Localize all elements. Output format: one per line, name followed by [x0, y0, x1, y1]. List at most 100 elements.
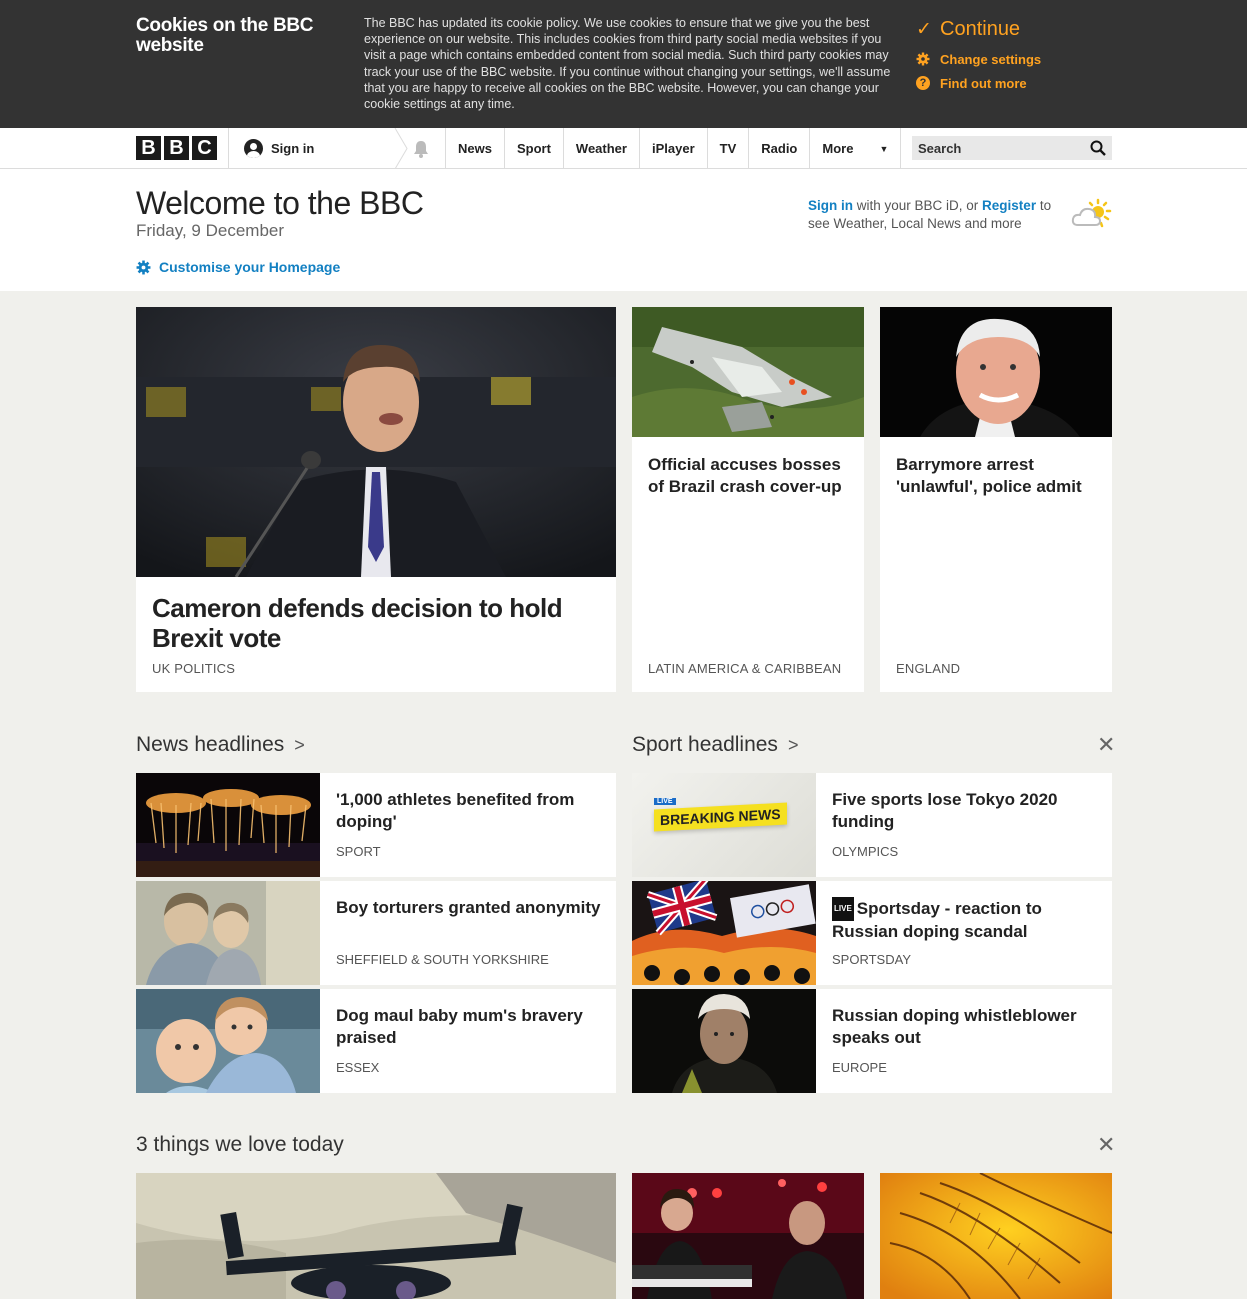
breaking-live-badge: LIVE [654, 798, 676, 805]
feature-card[interactable] [880, 1173, 1112, 1299]
gear-icon [136, 260, 151, 274]
headline-thumbnail [632, 989, 816, 1093]
story-image [880, 307, 1112, 437]
checkmark-icon: ✓ [916, 18, 932, 40]
bbc-logo-letter: C [192, 136, 217, 160]
news-headline-item[interactable]: '1,000 athletes benefited from doping' S… [136, 773, 616, 877]
nav-item-more[interactable]: More ▼ [810, 128, 902, 169]
register-link[interactable]: Register [982, 198, 1036, 213]
headline-category: ESSEX [336, 1060, 380, 1075]
sign-in-label: Sign in [271, 141, 315, 156]
gear-icon [916, 52, 930, 66]
story-category: LATIN AMERICA & CARIBBEAN [648, 661, 842, 676]
headline-thumbnail [632, 881, 816, 985]
headline-category: OLYMPICS [832, 844, 899, 859]
bbc-logo-letter: B [136, 136, 161, 160]
news-headline-item[interactable]: Dog maul baby mum's bravery praised ESSE… [136, 989, 616, 1093]
bbc-logo[interactable]: B B C [136, 136, 217, 160]
nav-item-news[interactable]: News [446, 128, 505, 169]
breaking-news-graphic: BREAKING NEWS [654, 802, 787, 832]
customise-homepage-label: Customise your Homepage [159, 259, 341, 275]
top-story-card[interactable]: Official accuses bosses of Brazil crash … [632, 307, 864, 692]
caret-down-icon: ▼ [879, 143, 889, 154]
nav-items: News Sport Weather iPlayer TV Radio More… [446, 128, 902, 169]
nav-divider [228, 128, 229, 169]
three-things-title: 3 things we love today [136, 1133, 344, 1156]
nav-item-weather[interactable]: Weather [564, 128, 640, 169]
story-image [136, 307, 616, 577]
sport-headline-item[interactable]: LIVE BREAKING NEWS Five sports lose Toky… [632, 773, 1112, 877]
headline-title-text: Sportsday - reaction to Russian doping s… [832, 899, 1042, 941]
headline-category: SPORTSDAY [832, 952, 911, 967]
nav-item-radio[interactable]: Radio [749, 128, 811, 169]
cookie-actions: ✓ Continue Change settings ? Find out mo… [916, 14, 1041, 92]
headline-category: SHEFFIELD & SOUTH YORKSHIRE [336, 952, 549, 967]
three-things-heading: 3 things we love today [136, 1133, 344, 1157]
news-headline-item[interactable]: Boy torturers granted anonymity SHEFFIEL… [136, 881, 616, 985]
sport-headlines-title: Sport headlines [632, 733, 778, 756]
news-headlines-title: News headlines [136, 733, 285, 756]
sport-headline-item[interactable]: Russian doping whistleblower speaks out … [632, 989, 1112, 1093]
news-headlines-heading[interactable]: News headlines > [136, 733, 305, 757]
story-image [632, 307, 864, 437]
feature-image [136, 1173, 616, 1299]
headline-thumbnail [136, 773, 320, 877]
cookie-continue-label: Continue [940, 17, 1021, 40]
chevron-right-icon: > [787, 734, 799, 755]
story-headline: Official accuses bosses of Brazil crash … [648, 455, 842, 496]
nav-item-iplayer[interactable]: iPlayer [640, 128, 708, 169]
feature-image [632, 1173, 864, 1299]
welcome-section: Welcome to the BBC Friday, 9 December Cu… [0, 169, 1247, 291]
bbc-logo-letter: B [164, 136, 189, 160]
story-category: ENGLAND [896, 661, 961, 676]
sign-in-prompt-text: with your BBC iD, or [853, 198, 983, 213]
weather-cloud-sun-icon [1071, 198, 1112, 228]
headline-title: '1,000 athletes benefited from doping' [336, 790, 575, 831]
story-headline: Barrymore arrest 'unlawful', police admi… [896, 455, 1082, 496]
page-title: Welcome to the BBC [136, 185, 424, 221]
cookie-banner-text: The BBC has updated its cookie policy. W… [364, 16, 891, 112]
headline-category: SPORT [336, 844, 381, 859]
top-story-card[interactable]: Barrymore arrest 'unlawful', police admi… [880, 307, 1112, 692]
nav-divider-arrow [394, 128, 408, 169]
nav-item-sport[interactable]: Sport [505, 128, 564, 169]
close-sport-headlines-icon[interactable]: ✕ [1097, 734, 1115, 756]
cookie-change-settings-label: Change settings [940, 51, 1042, 67]
headline-title: Five sports lose Tokyo 2020 funding [832, 790, 1058, 831]
feature-image [880, 1173, 1112, 1299]
top-story-card[interactable]: Cameron defends decision to hold Brexit … [136, 307, 616, 692]
headline-category: EUROPE [832, 1060, 887, 1075]
cookie-change-settings-link[interactable]: Change settings [916, 50, 1041, 68]
nav-item-tv[interactable]: TV [708, 128, 750, 169]
sign-in-link[interactable]: Sign in [808, 198, 853, 213]
close-three-things-icon[interactable]: ✕ [1097, 1134, 1115, 1156]
cookie-find-out-more-link[interactable]: ? Find out more [916, 74, 1041, 92]
search-input[interactable]: Search [912, 136, 1112, 160]
notifications-bell-icon[interactable] [411, 140, 431, 158]
chevron-right-icon: > [294, 734, 305, 755]
headline-title: LIVE Sportsday - reaction to Russian dopi… [832, 897, 1102, 943]
sport-headlines-heading[interactable]: Sport headlines > [632, 733, 798, 757]
headline-title: Boy torturers granted anonymity [336, 898, 601, 917]
story-category: UK POLITICS [152, 661, 236, 676]
search-placeholder: Search [918, 140, 962, 156]
story-headline: Cameron defends decision to hold Brexit … [152, 593, 563, 653]
current-date: Friday, 9 December [136, 221, 285, 240]
sign-in-button[interactable]: Sign in [244, 128, 314, 169]
question-icon: ? [916, 76, 930, 90]
headline-title: Russian doping whistleblower speaks out [832, 1006, 1077, 1047]
feature-card[interactable] [136, 1173, 616, 1299]
user-icon [244, 139, 263, 158]
feature-card[interactable] [632, 1173, 864, 1299]
sport-headline-item[interactable]: LIVE Sportsday - reaction to Russian dopi… [632, 881, 1112, 985]
sign-in-prompt: Sign in with your BBC iD, or Register to… [808, 197, 1068, 233]
cookie-continue-button[interactable]: ✓ Continue [916, 14, 1041, 44]
cookie-find-out-more-label: Find out more [940, 75, 1027, 91]
headline-title: Dog maul baby mum's bravery praised [336, 1006, 583, 1047]
customise-homepage-link[interactable]: Customise your Homepage [136, 259, 340, 275]
live-badge: LIVE [832, 897, 854, 921]
headline-thumbnail [136, 989, 320, 1093]
cookie-banner: Cookies on the BBC website The BBC has u… [0, 0, 1247, 128]
search-icon[interactable] [1090, 140, 1106, 156]
cookie-banner-title: Cookies on the BBC website [136, 15, 314, 56]
